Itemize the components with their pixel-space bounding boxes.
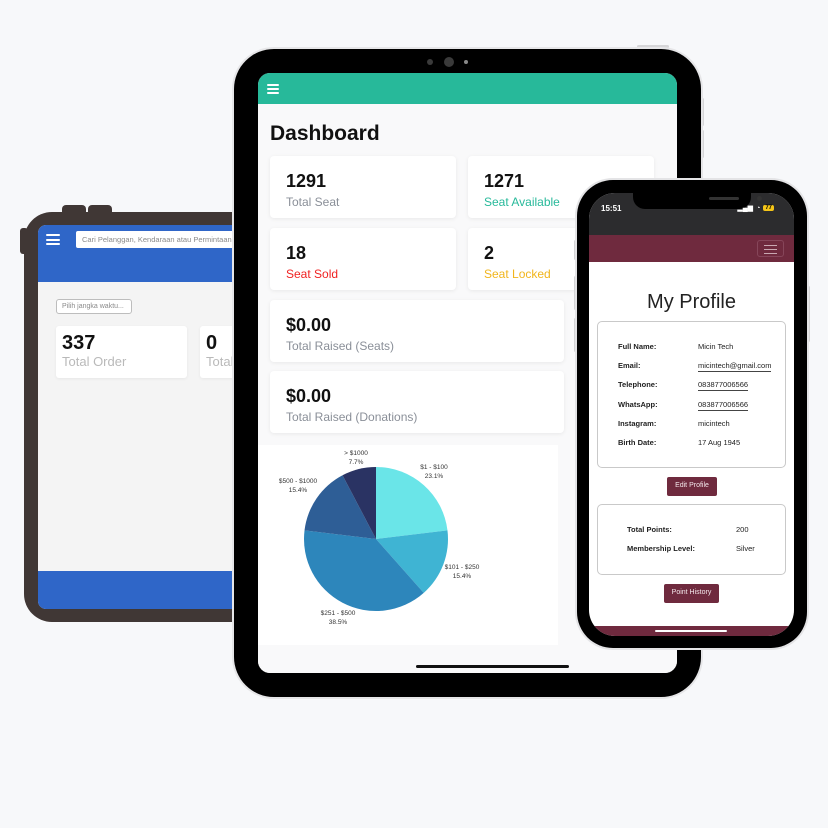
stat-label: Total Raised (Seats) bbox=[286, 339, 395, 353]
stat-label: Total Seat bbox=[286, 195, 340, 209]
stat-card-total-seat: 1291 Total Seat bbox=[270, 156, 456, 218]
hamburger-menu-icon[interactable] bbox=[267, 84, 279, 94]
stat-value: $0.00 bbox=[286, 386, 332, 406]
point-history-button[interactable]: Point History bbox=[664, 584, 719, 603]
stat-card-raised-donations: $0.00 Total Raised (Donations) bbox=[270, 371, 564, 433]
pie-slice-percent: 15.4% bbox=[453, 573, 472, 580]
tablet-top-button bbox=[88, 205, 112, 217]
battery-icon: 77 bbox=[763, 205, 774, 211]
page-title: My Profile bbox=[647, 291, 736, 313]
phone-side-button bbox=[807, 286, 810, 342]
field-value-membership-level: Silver bbox=[736, 544, 755, 553]
field-value-birth-date: 17 Aug 1945 bbox=[698, 438, 741, 447]
field-value-total-points: 200 bbox=[736, 525, 749, 534]
field-label: Instagram: bbox=[618, 419, 657, 428]
tablet-side-button bbox=[20, 228, 28, 254]
pie-slice-label: $500 - $1000 bbox=[279, 478, 318, 485]
pie-slice-percent: 15.4% bbox=[289, 487, 308, 494]
edit-profile-button[interactable]: Edit Profile bbox=[667, 477, 717, 496]
stat-label: Seat Sold bbox=[286, 267, 339, 281]
stat-label: Total Raised (Donations) bbox=[286, 410, 418, 424]
home-indicator bbox=[655, 630, 727, 632]
field-value-instagram: micintech bbox=[698, 419, 730, 428]
camera-icon bbox=[444, 57, 454, 67]
status-icons: ▂▄▆ ◔ 77 bbox=[737, 204, 774, 212]
stat-value: 337 bbox=[62, 332, 96, 354]
page-title: Dashboard bbox=[270, 122, 380, 145]
email-link[interactable]: micintech@gmail.com bbox=[698, 361, 772, 372]
pie-slice-percent: 7.7% bbox=[349, 459, 364, 466]
speaker-icon bbox=[709, 197, 739, 200]
date-range-picker[interactable]: Pilih jangka waktu... bbox=[56, 299, 132, 314]
wifi-icon: ◔ bbox=[756, 204, 761, 212]
field-label: WhatsApp: bbox=[618, 400, 658, 409]
pie-slice-percent: 38.5% bbox=[329, 619, 348, 626]
sensor-icon bbox=[427, 59, 433, 65]
stat-value: 18 bbox=[286, 243, 307, 263]
volume-down-button bbox=[701, 130, 704, 158]
pie-slice-percent: 23.1% bbox=[425, 473, 444, 480]
tablet-top-button bbox=[62, 205, 86, 217]
field-label: Email: bbox=[618, 361, 641, 370]
light-sensor-icon bbox=[464, 60, 468, 64]
status-bar: 15:51 ▂▄▆ ◔ 77 bbox=[589, 193, 794, 235]
stat-card-seat-sold: 18 Seat Sold bbox=[270, 228, 456, 290]
hamburger-menu-icon[interactable] bbox=[46, 234, 60, 245]
home-indicator bbox=[416, 665, 569, 668]
volume-up-button bbox=[701, 98, 704, 126]
phone-notch bbox=[633, 193, 762, 209]
whatsapp-link[interactable]: 083877006566 bbox=[698, 400, 749, 411]
stat-label: Total bbox=[206, 354, 233, 369]
field-label: Birth Date: bbox=[618, 438, 657, 447]
pie-chart-svg: $1 - $100 23.1% $101 - $250 15.4% $251 - $50… bbox=[279, 450, 480, 626]
field-label: Membership Level: bbox=[627, 544, 695, 553]
field-label: Telephone: bbox=[618, 380, 658, 389]
stat-label: Total Order bbox=[62, 354, 127, 369]
status-time: 15:51 bbox=[601, 204, 622, 213]
field-value-full-name: Micin Tech bbox=[698, 342, 734, 351]
pie-slice-label: $101 - $250 bbox=[445, 564, 480, 571]
left-tablet-screen: Cari Pelanggan, Kendaraan atau Permintaa… bbox=[38, 225, 233, 609]
stat-value: 0 bbox=[206, 332, 218, 354]
pie-slice-label: > $1000 bbox=[344, 450, 368, 457]
stat-card-total-order: 337 Total Order bbox=[56, 326, 187, 378]
camera-icon bbox=[757, 196, 762, 201]
stat-card-raised-seats: $0.00 Total Raised (Seats) bbox=[270, 300, 564, 362]
stat-card-total: 0 Total bbox=[200, 326, 233, 378]
field-label: Full Name: bbox=[618, 342, 657, 351]
field-label: Total Points: bbox=[627, 525, 672, 534]
app-footer bbox=[38, 571, 233, 609]
donation-pie-chart: $1 - $100 23.1% $101 - $250 15.4% $251 - $50… bbox=[258, 445, 558, 645]
app-navbar bbox=[589, 235, 794, 262]
search-input[interactable]: Cari Pelanggan, Kendaraan atau Permintaa… bbox=[76, 231, 233, 248]
hamburger-menu-icon[interactable] bbox=[757, 240, 784, 257]
stat-value: 1291 bbox=[286, 171, 327, 191]
phone-screen: 15:51 ▂▄▆ ◔ 77 My Profile Full Name: Mic… bbox=[589, 193, 794, 636]
stat-value: $0.00 bbox=[286, 315, 332, 335]
tablet-power-button bbox=[637, 45, 669, 48]
signal-icon: ▂▄▆ bbox=[737, 205, 754, 212]
profile-info-card: Full Name: Micin Tech Email: micintech@g… bbox=[597, 321, 786, 468]
telephone-link[interactable]: 083877006566 bbox=[698, 380, 749, 391]
pie-slice-label: $251 - $500 bbox=[321, 610, 356, 617]
points-card: Total Points: 200 Membership Level: Silv… bbox=[597, 504, 786, 575]
pie-slice-label: $1 - $100 bbox=[420, 464, 448, 471]
app-header bbox=[258, 73, 677, 104]
app-header: Cari Pelanggan, Kendaraan atau Permintaa… bbox=[38, 225, 233, 282]
